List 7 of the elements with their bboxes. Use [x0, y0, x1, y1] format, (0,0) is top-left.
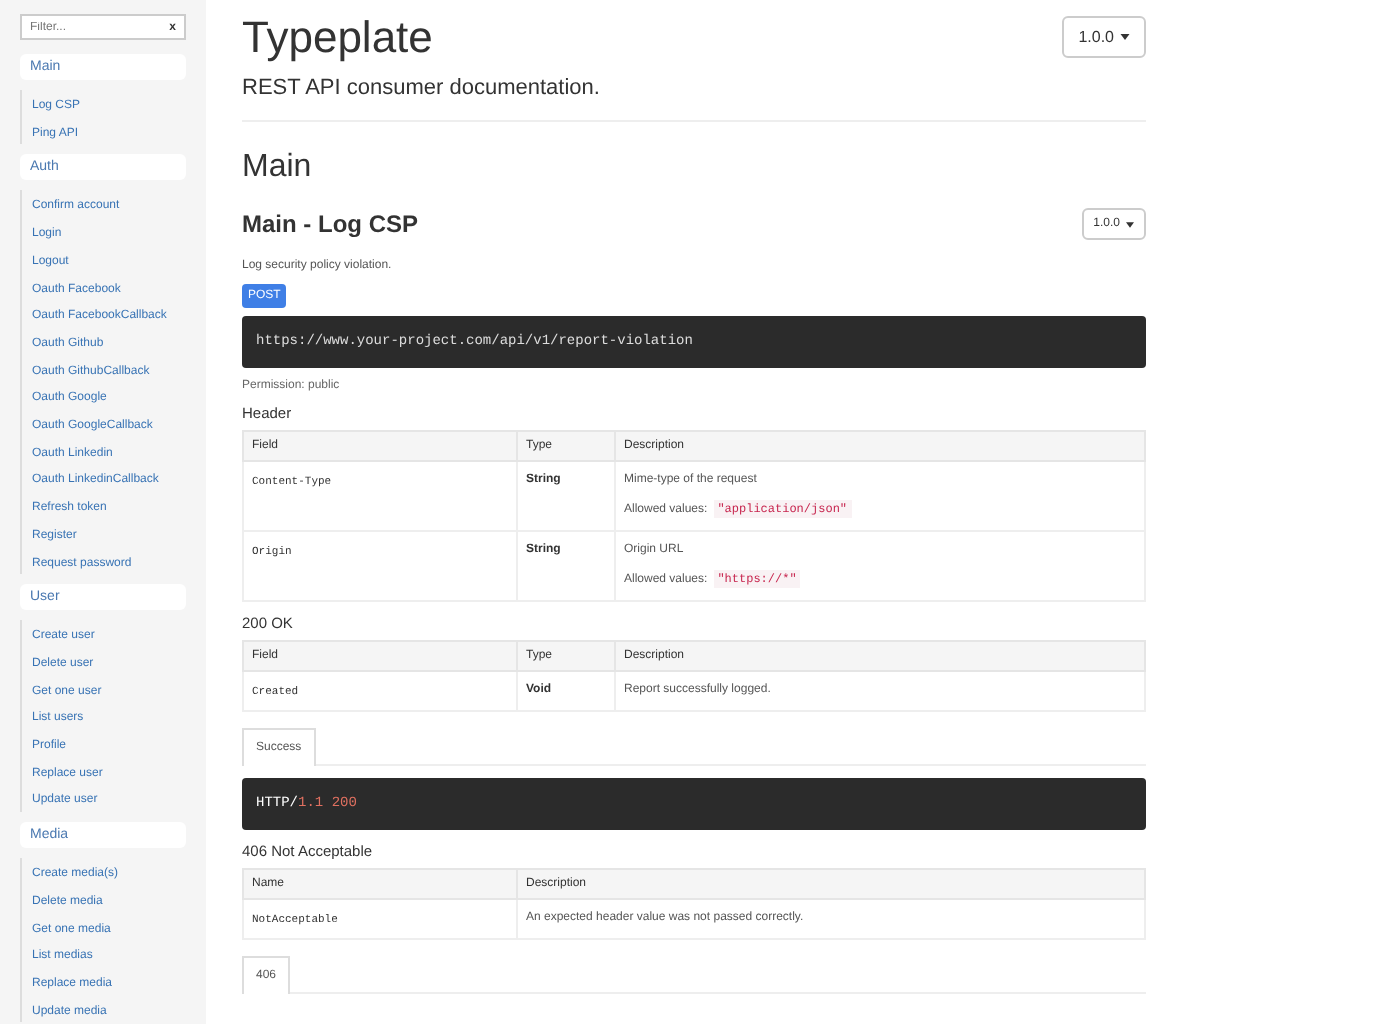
page-subtitle: REST API consumer documentation. [242, 76, 602, 100]
caret-icon [1120, 34, 1130, 40]
version-dropdown[interactable]: 1.0.0 [1062, 16, 1146, 58]
caret-icon [1126, 221, 1134, 227]
endpoint-heading: Main - Log CSP [242, 210, 418, 238]
page-title: Typeplate [242, 12, 433, 64]
section-heading: Main [242, 150, 314, 186]
